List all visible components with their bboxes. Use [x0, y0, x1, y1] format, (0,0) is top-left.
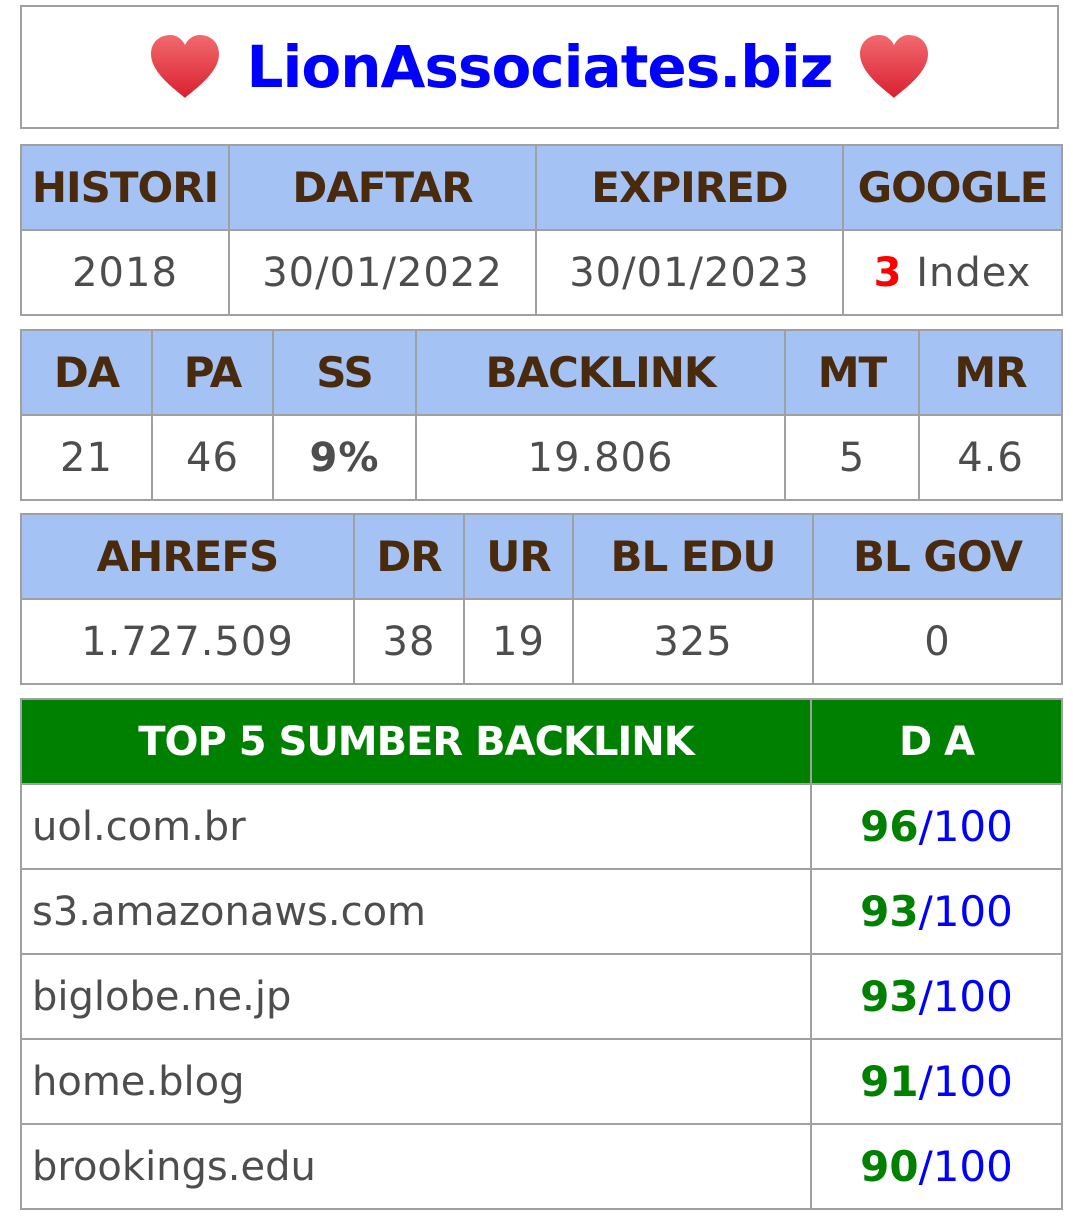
site-title[interactable]: LionAssociates.biz	[247, 33, 834, 101]
value-backlink: 19.806	[415, 414, 786, 501]
value-ahrefs: 1.727.509	[20, 598, 355, 685]
header-pa: PA	[151, 329, 274, 416]
header-expired: EXPIRED	[535, 144, 844, 231]
heart-icon	[860, 35, 929, 98]
header-dr: DR	[353, 513, 465, 600]
google-index-count: 3	[873, 249, 903, 296]
moz-table: DA PA SS BACKLINK MT MR 21 46 9% 19.806 …	[20, 329, 1063, 501]
backlink-score: 91/100	[810, 1038, 1063, 1125]
header-bl-edu: BL EDU	[572, 513, 814, 600]
table-row: brookings.edu 90/100	[20, 1123, 1063, 1210]
value-mr: 4.6	[918, 414, 1063, 501]
value-dr: 38	[353, 598, 465, 685]
header-top-sources: TOP 5 SUMBER BACKLINK	[20, 698, 812, 785]
value-bl-edu: 325	[572, 598, 814, 685]
table-row: s3.amazonaws.com 93/100	[20, 868, 1063, 955]
value-bl-gov: 0	[812, 598, 1063, 685]
table-row: biglobe.ne.jp 93/100	[20, 953, 1063, 1040]
value-ur: 19	[463, 598, 574, 685]
backlink-domain[interactable]: biglobe.ne.jp	[20, 953, 812, 1040]
heart-icon	[150, 35, 219, 98]
backlink-score: 90/100	[810, 1123, 1063, 1210]
header-ahrefs: AHREFS	[20, 513, 355, 600]
value-expired: 30/01/2023	[535, 229, 844, 316]
value-google: 3 Index	[842, 229, 1063, 316]
value-pa: 46	[151, 414, 274, 501]
value-histori: 2018	[20, 229, 230, 316]
header-da: DA	[20, 329, 153, 416]
value-daftar: 30/01/2022	[228, 229, 537, 316]
header-ur: UR	[463, 513, 574, 600]
value-da: 21	[20, 414, 153, 501]
backlink-score: 93/100	[810, 953, 1063, 1040]
header-daftar: DAFTAR	[228, 144, 537, 231]
google-index-label: Index	[902, 249, 1032, 296]
title-box: LionAssociates.biz	[20, 5, 1059, 129]
header-histori: HISTORI	[20, 144, 230, 231]
ahrefs-table: AHREFS DR UR BL EDU BL GOV 1.727.509 38 …	[20, 513, 1063, 685]
header-backlink: BACKLINK	[415, 329, 786, 416]
top-backlinks-table: TOP 5 SUMBER BACKLINK D A uol.com.br 96/…	[20, 698, 1063, 1210]
backlink-score: 96/100	[810, 783, 1063, 870]
header-da-score: D A	[810, 698, 1063, 785]
header-bl-gov: BL GOV	[812, 513, 1063, 600]
value-ss: 9%	[272, 414, 417, 501]
value-mt: 5	[784, 414, 920, 501]
backlink-domain[interactable]: brookings.edu	[20, 1123, 812, 1210]
header-mr: MR	[918, 329, 1063, 416]
backlink-domain[interactable]: uol.com.br	[20, 783, 812, 870]
header-ss: SS	[272, 329, 417, 416]
table-row: home.blog 91/100	[20, 1038, 1063, 1125]
backlink-domain[interactable]: s3.amazonaws.com	[20, 868, 812, 955]
backlink-domain[interactable]: home.blog	[20, 1038, 812, 1125]
header-google: GOOGLE	[842, 144, 1063, 231]
registration-table: HISTORI DAFTAR EXPIRED GOOGLE 2018 30/01…	[20, 144, 1063, 316]
header-mt: MT	[784, 329, 920, 416]
table-row: uol.com.br 96/100	[20, 783, 1063, 870]
backlink-score: 93/100	[810, 868, 1063, 955]
